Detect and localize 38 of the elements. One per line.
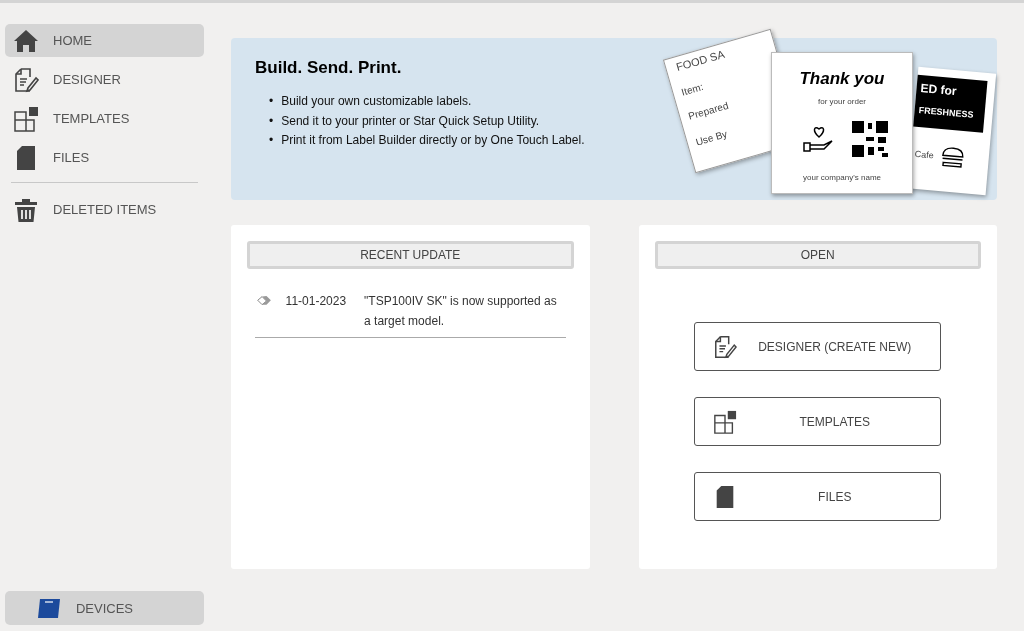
- update-date: 11-01-2023: [285, 293, 347, 310]
- printer-box-icon: [35, 596, 62, 620]
- bullet-marker: •: [269, 93, 274, 110]
- bullet-marker: •: [269, 112, 274, 130]
- banner-title: Build. Send. Print.: [255, 58, 403, 78]
- panel-heading: RECENT UPDATE: [247, 241, 574, 269]
- banner-bullet: Send it to your printer or Star Quick Setup Utility.: [281, 112, 540, 130]
- trash-icon: [13, 196, 39, 223]
- label-text: Item:: [680, 80, 705, 98]
- document-pencil-icon: [13, 66, 39, 93]
- banner-bullet: Build your own customizable labels.: [281, 93, 472, 110]
- panel-heading: OPEN: [654, 241, 981, 269]
- open-button[interactable]: FILES: [694, 472, 942, 521]
- label-text: for your order: [817, 97, 867, 106]
- bullet-marker: •: [269, 132, 274, 149]
- document-pencil-icon: [713, 334, 738, 359]
- label-text: FOOD SA: [674, 47, 726, 74]
- sidebar-item[interactable]: FILES: [5, 141, 204, 174]
- label-title: Thank you: [798, 69, 886, 89]
- label-text: FRESHNESS: [918, 105, 974, 120]
- update-text: "TSP100IV SK" is now supported as a target model.: [364, 293, 558, 330]
- devices-button[interactable]: DEVICES: [5, 591, 204, 625]
- open-button[interactable]: TEMPLATES: [694, 397, 942, 446]
- home-icon: [13, 27, 39, 54]
- puzzle-icon: [13, 105, 39, 132]
- label-text: Cafe: [914, 148, 935, 161]
- open-button[interactable]: DESIGNER (CREATE NEW): [694, 322, 942, 371]
- sidebar-item[interactable]: TEMPLATES: [5, 102, 204, 135]
- tag-icon: [257, 294, 272, 308]
- sidebar-item[interactable]: DELETED ITEMS: [5, 193, 204, 226]
- puzzle-icon: [713, 409, 738, 434]
- label-text: ED for: [920, 81, 958, 99]
- label-text: Use By: [694, 128, 729, 148]
- sidebar-item[interactable]: HOME: [5, 24, 204, 57]
- qr-code-icon: [852, 121, 888, 157]
- label-text: your company's name: [802, 173, 882, 182]
- sidebar-item[interactable]: DESIGNER: [5, 63, 204, 96]
- banner-bullet: Print it from Label Builder directly or by One Touch Label.: [281, 132, 585, 149]
